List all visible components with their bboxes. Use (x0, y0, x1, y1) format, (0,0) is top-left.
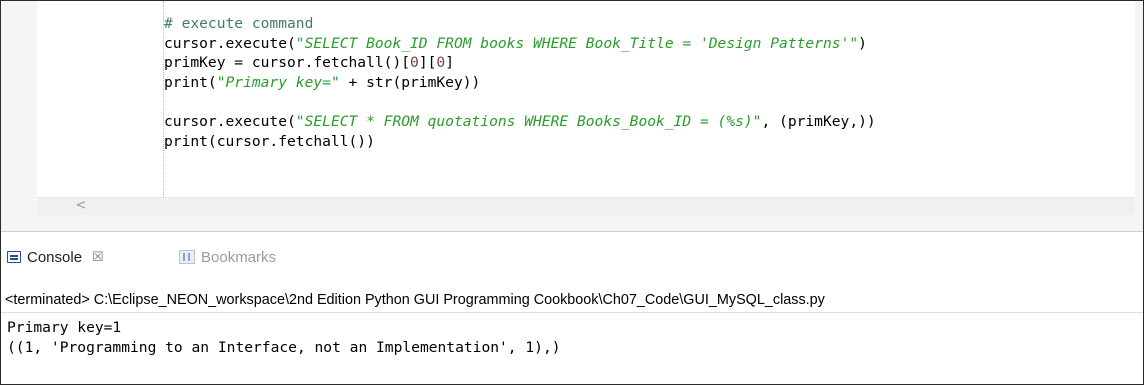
code-token: ) (858, 34, 867, 52)
tab-bookmarks-label: Bookmarks (201, 248, 277, 266)
code-token: primKey = cursor.fetchall()[ (164, 54, 411, 71)
console-tabbar: Console ☒ Bookmarks (1, 232, 1143, 282)
tab-console[interactable]: Console ☒ (7, 245, 104, 269)
code-line: print("Primary key=" + str(primKey)) (164, 73, 876, 93)
code-lines: # execute command cursor.execute("SELECT … (164, 14, 876, 151)
code-editor: # execute command cursor.execute("SELECT … (1, 1, 1143, 231)
code-string: "Primary key=" (216, 73, 340, 91)
code-number: 0 (410, 54, 419, 71)
scroll-left-icon[interactable]: < (73, 197, 89, 214)
tab-console-label: Console (27, 248, 83, 266)
code-line: print(cursor.fetchall()) (164, 132, 876, 152)
code-string: "SELECT Book_ID FROM books WHERE Book_Ti… (295, 34, 859, 52)
code-token: print(cursor.fetchall()) (164, 132, 375, 150)
code-token: ] (445, 54, 454, 71)
eclipse-window: # execute command cursor.execute("SELECT … (0, 0, 1144, 385)
close-icon[interactable]: ☒ (92, 249, 104, 265)
divider (1, 312, 1143, 313)
bookmarks-icon (179, 250, 195, 264)
console-panel: Console ☒ Bookmarks <terminated> C:\Ecli… (1, 231, 1143, 384)
code-line: primKey = cursor.fetchall()[0][0] (164, 53, 876, 73)
console-output-line: Primary key=1 (7, 319, 122, 336)
code-comment: # execute command (164, 15, 314, 32)
code-line: cursor.execute("SELECT Book_ID FROM book… (164, 34, 876, 54)
code-token: cursor.execute( (164, 113, 296, 130)
code-token: , (primKey,)) (761, 113, 876, 130)
horizontal-scrollbar[interactable]: < (37, 197, 1135, 215)
code-token: + str(primKey)) (339, 73, 481, 91)
code-token: cursor.execute( (164, 34, 296, 52)
console-status-line: <terminated> C:\Eclipse_NEON_workspace\2… (5, 292, 825, 308)
code-token: print( (164, 73, 217, 91)
console-output-line: ((1, 'Programming to an Interface, not a… (7, 339, 561, 356)
code-number: 0 (436, 54, 446, 71)
code-line: # execute command (164, 14, 876, 34)
code-token: ][ (418, 54, 437, 71)
tab-bookmarks[interactable]: Bookmarks (179, 245, 276, 269)
code-string: "SELECT * FROM quotations WHERE Books_Bo… (295, 113, 762, 130)
code-line: cursor.execute("SELECT * FROM quotations… (164, 112, 876, 132)
console-icon (7, 251, 21, 263)
console-output[interactable]: Primary key=1 ((1, 'Programming to an Int… (7, 318, 561, 358)
